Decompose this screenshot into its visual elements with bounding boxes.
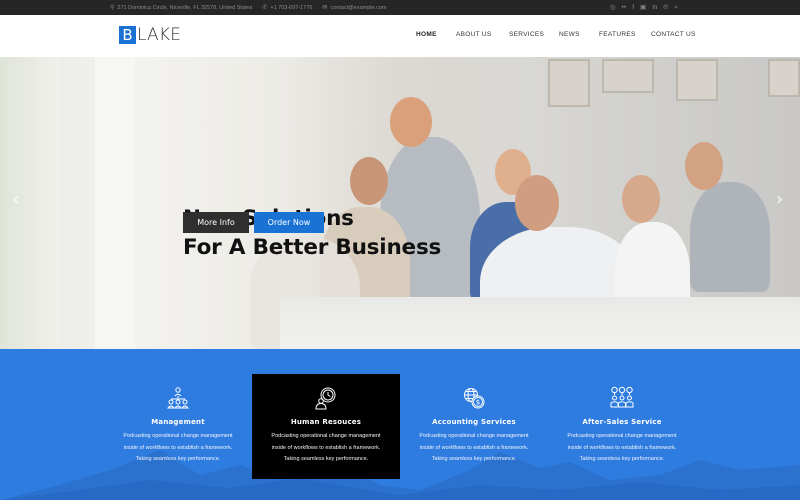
address-item: ⚲ 271 Dominica Circle, Niceville, FL 3257… [110,4,253,12]
description-line: Podcasting operational change management [567,433,677,439]
nav-about-us[interactable]: ABOUT US [456,31,509,38]
nav-news[interactable]: NEWS [559,31,599,38]
hero-window [0,57,60,349]
person-head [515,175,559,231]
nav-services[interactable]: SERVICES [509,31,559,38]
service-card-accounting[interactable]: $ Accounting Services Podcasting operati… [400,374,548,479]
hero-title-line2: For A Better Business [183,235,442,260]
service-title: Management [151,418,205,426]
phone-icon: ✆ [262,5,268,11]
logo[interactable]: B LAKE [119,26,181,44]
logo-text: LAKE [137,25,182,45]
person-head [685,142,723,190]
address-text: 271 Dominica Circle, Niceville, FL 32578… [117,4,253,11]
linkedin-icon[interactable]: in [652,3,657,12]
description-line: Podcasting operational change management [123,433,233,439]
meeting-table [280,297,800,349]
hero-slider: New Solutions For A Better Business More… [0,57,800,349]
description-line: Podcasting operational change management [419,433,529,439]
description-line: inside of workflows to establish a frame… [271,444,381,451]
nav-home[interactable]: HOME [416,31,456,38]
service-description: Podcasting operational change management… [104,431,252,466]
description-line: Taking seamless key performance. [579,456,665,462]
phone-item[interactable]: ✆ +1 703-697-1776 [262,4,312,12]
services-section: Management Podcasting operational change… [0,349,800,500]
dribbble-icon[interactable]: ◎ [610,3,616,12]
wall-frame [602,59,654,93]
user-clock-icon [252,386,400,410]
service-card-human-resources[interactable]: Human Resouces Podcasting operational ch… [252,374,400,479]
prev-slide-arrow-icon[interactable]: ‹ [12,189,19,210]
main-nav: HOME ABOUT US SERVICES NEWS FEATURES CON… [416,31,696,38]
description-line: inside of workflows to establish a frame… [419,444,529,451]
envelope-icon: ✉ [322,5,328,11]
wall-frame [768,59,800,97]
person-seated [690,182,770,292]
description-line: inside of workflows to establish a frame… [123,444,233,451]
email-item[interactable]: ✉ contact@example.com [322,4,386,12]
service-title: After-Sales Service [582,418,662,426]
team-hierarchy-icon [104,386,252,410]
contact-info: ⚲ 271 Dominica Circle, Niceville, FL 3257… [110,4,386,12]
service-card-management[interactable]: Management Podcasting operational change… [104,374,252,479]
service-title: Accounting Services [432,418,516,426]
nav-features[interactable]: FEATURES [599,31,651,38]
service-description: Podcasting operational change management… [548,431,696,466]
description-line: Taking seamless key performance. [135,456,221,462]
description-line: inside of workflows to establish a frame… [567,444,677,451]
instagram-icon[interactable]: ▣ [640,3,646,12]
svg-text:$: $ [476,399,480,407]
more-info-button[interactable]: More Info [183,212,249,233]
globe-dollar-icon: $ [400,386,548,410]
person-head [350,157,388,205]
rss-icon[interactable]: ⌁ [674,3,678,12]
facebook-icon[interactable]: f [632,3,634,12]
person-head [390,97,432,147]
support-team-icon [548,386,696,410]
hero-pillar [95,57,135,349]
service-description: Podcasting operational change management… [252,431,400,466]
next-slide-arrow-icon[interactable]: › [776,189,783,210]
wall-frame [548,59,590,107]
description-line: Podcasting operational change management [271,433,381,439]
description-line: Taking seamless key performance. [431,456,517,462]
service-title: Human Resouces [290,418,362,426]
logo-mark: B [119,26,136,44]
social-links: ◎ •• f ▣ in ℗ ⌁ [610,3,678,12]
description-line: Taking seamless key performance. [283,456,369,462]
service-description: Podcasting operational change management… [400,431,548,466]
map-pin-icon: ⚲ [110,5,115,11]
site-header: B LAKE HOME ABOUT US SERVICES NEWS FEATU… [0,15,800,57]
phone-text[interactable]: +1 703-697-1776 [270,5,312,11]
flickr-icon[interactable]: •• [622,3,627,12]
person-head [622,175,660,223]
email-text[interactable]: contact@example.com [330,5,386,11]
wall-frame [676,59,718,101]
nav-contact-us[interactable]: CONTACT US [651,31,696,38]
top-bar: ⚲ 271 Dominica Circle, Niceville, FL 3257… [0,0,800,15]
order-now-button[interactable]: Order Now [254,212,324,233]
service-card-after-sales[interactable]: After-Sales Service Podcasting operation… [548,374,696,479]
pinterest-icon[interactable]: ℗ [663,3,668,12]
